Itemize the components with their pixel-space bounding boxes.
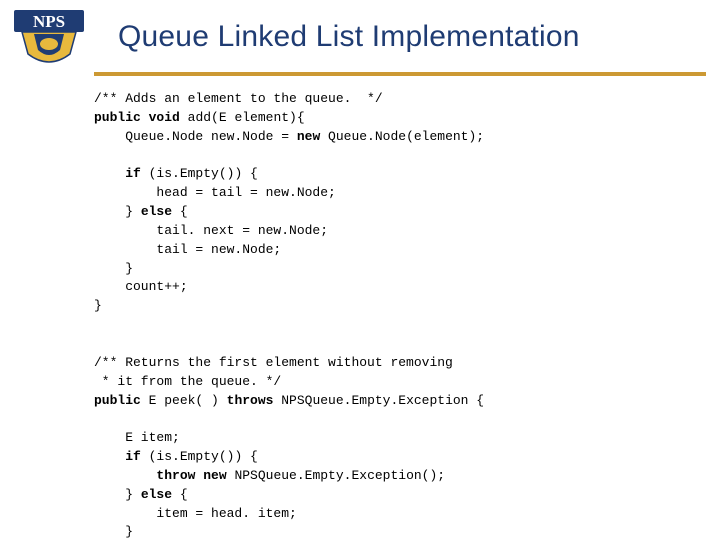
keyword-if: if <box>125 449 141 464</box>
keyword-new: new <box>297 129 320 144</box>
code-line: count++; <box>94 279 188 294</box>
code-line: tail. next = new.Node; <box>94 223 328 238</box>
code-line: * it from the queue. */ <box>94 374 281 389</box>
code-text: Queue.Node(element); <box>320 129 484 144</box>
header: NPS Queue Linked List Implementation <box>0 0 720 68</box>
keyword-throws: throws <box>227 393 274 408</box>
code-line: E item; <box>94 430 180 445</box>
keyword-void: void <box>149 110 180 125</box>
keyword-if: if <box>125 166 141 181</box>
code-text: } <box>94 204 141 219</box>
code-text: E peek( ) <box>141 393 227 408</box>
code-text <box>141 110 149 125</box>
code-line: /** Adds an element to the queue. */ <box>94 91 383 106</box>
svg-text:NPS: NPS <box>33 12 65 31</box>
keyword-public: public <box>94 393 141 408</box>
code-text: NPSQueue.Empty.Exception(); <box>227 468 445 483</box>
code-text: Queue.Node new.Node = <box>94 129 297 144</box>
code-text: NPSQueue.Empty.Exception { <box>273 393 484 408</box>
keyword-public: public <box>94 110 141 125</box>
code-line: } <box>94 524 133 539</box>
code-line: } <box>94 261 133 276</box>
code-line: } <box>94 298 102 313</box>
slide-title: Queue Linked List Implementation <box>98 8 580 54</box>
code-line: head = tail = new.Node; <box>94 185 336 200</box>
code-text: { <box>172 487 188 502</box>
code-text <box>94 468 156 483</box>
slide: NPS Queue Linked List Implementation /**… <box>0 0 720 540</box>
code-text <box>94 166 125 181</box>
keyword-throw-new: throw new <box>156 468 226 483</box>
code-block: /** Adds an element to the queue. */ pub… <box>0 76 720 540</box>
code-text: (is.Empty()) { <box>141 449 258 464</box>
code-text: (is.Empty()) { <box>141 166 258 181</box>
code-line: tail = new.Node; <box>94 242 281 257</box>
code-text: add(E element){ <box>180 110 305 125</box>
code-text: } <box>94 487 141 502</box>
keyword-else: else <box>141 487 172 502</box>
keyword-else: else <box>141 204 172 219</box>
code-line: item = head. item; <box>94 506 297 521</box>
code-line: /** Returns the first element without re… <box>94 355 453 370</box>
code-text <box>94 449 125 464</box>
nps-logo: NPS <box>10 8 88 68</box>
code-text: { <box>172 204 188 219</box>
